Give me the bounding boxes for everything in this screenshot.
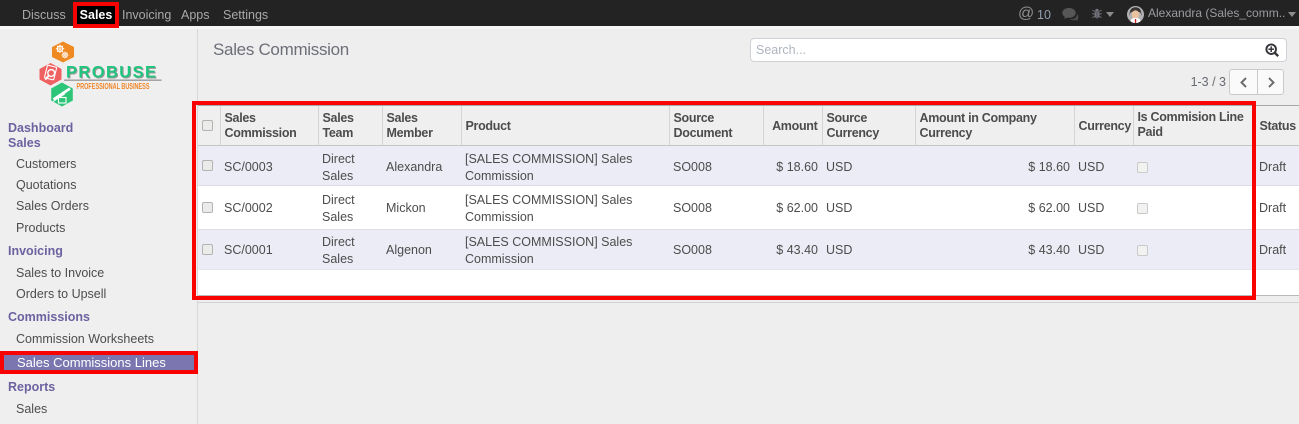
svg-text:PROFESSIONAL BUSINESS: PROFESSIONAL BUSINESS [77,82,150,91]
svg-text:PROBUSE: PROBUSE [66,64,160,82]
